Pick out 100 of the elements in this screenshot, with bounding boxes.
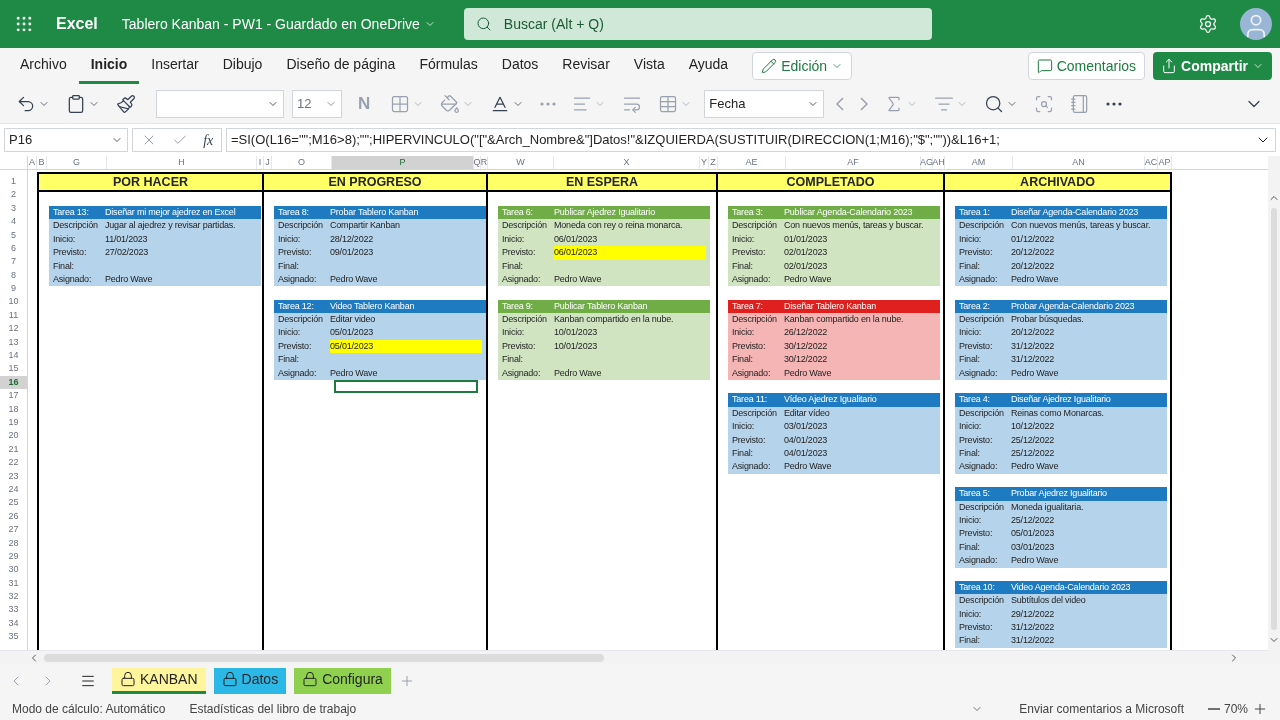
row-header[interactable]: 7 — [0, 255, 27, 269]
row-header[interactable]: 18 — [0, 402, 27, 417]
row-header[interactable]: 21 — [0, 442, 27, 457]
ribbon-tab[interactable]: Datos — [489, 48, 551, 84]
field-label: Previsto: — [959, 433, 994, 447]
row-header[interactable]: 29 — [0, 549, 27, 564]
name-box[interactable]: P16 — [4, 128, 128, 152]
ribbon-tab[interactable]: Fórmulas — [407, 48, 490, 84]
ribbon-tab[interactable]: Diseño de página — [274, 48, 408, 84]
lock-icon — [221, 671, 238, 687]
column-header[interactable]: X — [554, 156, 700, 169]
row-header[interactable]: 32 — [0, 590, 27, 604]
sheet-tab[interactable]: Configura — [294, 667, 391, 694]
ribbon-tab[interactable]: Archivo — [8, 48, 79, 84]
row-header[interactable]: 30 — [0, 563, 27, 577]
row-header[interactable]: 2 — [0, 188, 27, 202]
column-header[interactable]: P — [332, 156, 474, 169]
field-value: 20/12/2022 — [1011, 259, 1056, 273]
ribbon-tab[interactable]: Dibujo — [210, 48, 275, 84]
row-header[interactable]: 34 — [0, 616, 27, 631]
column-header[interactable]: AF — [786, 156, 921, 169]
formula-field[interactable]: =SI(O(L16="";M16>8);"";HIPERVINCULO("["&Arch_Nombre&"]Datos!"&IZQUIERDA(SUSTITUIR(DIRECCION(1;M16);"$";""))&L16+1; — [226, 128, 1276, 152]
row-header[interactable]: 28 — [0, 536, 27, 550]
search-icon — [475, 16, 492, 32]
ribbon-tab[interactable]: Revisar — [550, 48, 622, 84]
row-header[interactable]: 10 — [0, 295, 27, 309]
row-header[interactable]: 13 — [0, 335, 27, 350]
active-cell[interactable] — [334, 380, 478, 394]
sheet-tab[interactable]: KANBAN — [112, 667, 206, 694]
task-title: Probar Ajedrez Igualitario — [1011, 487, 1107, 501]
ribbon-tab[interactable]: Vista — [621, 48, 677, 84]
row-header[interactable]: 23 — [0, 469, 27, 483]
column-header[interactable]: AC — [1145, 156, 1158, 169]
share-icon — [1161, 58, 1178, 74]
column-header[interactable]: A — [28, 156, 37, 169]
task-number: Tarea 3: — [732, 205, 764, 219]
field-label: Final: — [959, 634, 981, 648]
column-header[interactable]: G — [47, 156, 107, 169]
number-format-dropdown[interactable]: Fecha — [704, 89, 825, 118]
comments-button[interactable]: Comentarios — [1027, 52, 1146, 80]
column-header[interactable]: H — [107, 156, 257, 169]
column-header[interactable]: AP — [1158, 156, 1172, 169]
vertical-scrollbar[interactable] — [1268, 156, 1280, 664]
font-name-dropdown[interactable] — [156, 89, 284, 118]
column-header[interactable]: I — [257, 156, 264, 169]
row-header[interactable]: 25 — [0, 496, 27, 510]
column-header[interactable]: B — [37, 156, 47, 169]
column-header[interactable]: R — [481, 156, 488, 169]
field-value: 05/01/2023 — [330, 339, 482, 354]
row-header[interactable]: 20 — [0, 429, 27, 443]
user-avatar[interactable] — [1240, 8, 1272, 40]
editing-mode-button[interactable]: Edición — [752, 52, 853, 80]
function-label[interactable]: fx — [203, 129, 214, 151]
font-size-dropdown[interactable]: 12 — [292, 89, 342, 118]
row-header[interactable]: 1 — [0, 175, 27, 189]
row-header[interactable]: 9 — [0, 282, 27, 296]
row-header[interactable]: 17 — [0, 389, 27, 403]
comment-icon — [1036, 58, 1053, 74]
workbook-statistics-link[interactable]: Estadísticas del libro de trabajo — [189, 699, 357, 718]
row-header[interactable]: 6 — [0, 241, 27, 256]
column-header[interactable]: AE — [718, 156, 786, 169]
row-header[interactable]: 3 — [0, 201, 27, 216]
column-header[interactable]: AH — [933, 156, 945, 169]
field-value: 31/12/2022 — [1011, 621, 1056, 635]
column-header[interactable]: J — [264, 156, 272, 169]
field-value: 05/01/2023 — [1011, 527, 1056, 541]
ribbon-tab[interactable]: Ayuda — [676, 48, 741, 84]
field-label: Descripción — [959, 313, 1005, 327]
search-field[interactable]: Buscar (Alt + Q) — [463, 8, 932, 40]
column-header[interactable]: W — [488, 156, 554, 169]
row-header[interactable]: 8 — [0, 268, 27, 283]
row-header[interactable]: 5 — [0, 228, 27, 242]
row-header[interactable]: 11 — [0, 308, 27, 323]
sheet-tab[interactable]: Datos — [213, 667, 287, 694]
row-header[interactable]: 31 — [0, 576, 27, 591]
row-header[interactable]: 27 — [0, 523, 27, 537]
column-header[interactable]: AG — [921, 156, 933, 169]
row-header[interactable]: 14 — [0, 349, 27, 363]
row-header[interactable]: 15 — [0, 362, 27, 376]
row-header[interactable]: 33 — [0, 603, 27, 617]
row-header[interactable]: 22 — [0, 456, 27, 470]
row-header[interactable]: 35 — [0, 630, 27, 644]
feedback-link[interactable]: Enviar comentarios a Microsoft — [1019, 699, 1184, 718]
column-header[interactable]: AN — [1013, 156, 1145, 169]
row-header[interactable]: 4 — [0, 215, 27, 229]
column-header[interactable]: Z — [709, 156, 718, 169]
field-value: 20/12/2022 — [1011, 326, 1056, 340]
row-header[interactable]: 26 — [0, 509, 27, 524]
row-header[interactable]: 16 — [0, 375, 27, 390]
document-title[interactable]: Tablero Kanban - PW1 - Guardado en OneDrive — [121, 13, 436, 35]
column-header[interactable]: AM — [945, 156, 1013, 169]
row-header[interactable]: 24 — [0, 483, 27, 497]
row-header[interactable]: 12 — [0, 322, 27, 336]
task-number: Tarea 5: — [959, 487, 991, 501]
share-button[interactable]: Compartir — [1153, 52, 1272, 80]
column-header[interactable]: Q — [474, 156, 481, 169]
row-header[interactable]: 19 — [0, 416, 27, 430]
field-label: Final: — [278, 353, 300, 367]
ribbon-tab[interactable]: Insertar — [139, 48, 211, 84]
column-header[interactable]: Y — [700, 156, 709, 169]
